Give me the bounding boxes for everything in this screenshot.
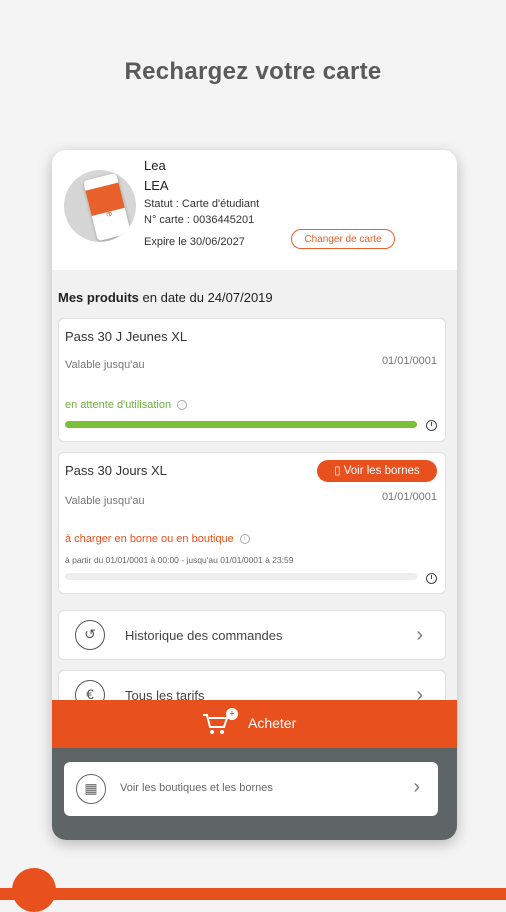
chevron-right-icon: › xyxy=(416,624,423,646)
product-name: Pass 30 Jours XL xyxy=(65,463,167,478)
card-number: N° carte : 0036445201 xyxy=(144,214,255,226)
change-card-button[interactable]: Changer de carte xyxy=(291,229,395,249)
chevron-right-icon: › xyxy=(413,776,420,798)
product-card[interactable]: Pass 30 Jours XL ▯ Voir les bornes Valab… xyxy=(58,452,446,594)
user-lastname: LEA xyxy=(144,178,169,193)
products-section: Mes produits en date du 24/07/2019 Pass … xyxy=(52,270,457,720)
menu-item-order-history[interactable]: ↺ Historique des commandes › xyxy=(58,610,446,660)
info-icon[interactable]: i xyxy=(239,534,250,545)
card-status: Statut : Carte d'étudiant xyxy=(144,198,260,210)
card-avatar: carte xyxy=(64,170,136,242)
product-status: à charger en borne ou en boutique i xyxy=(65,533,250,545)
user-name: Lea xyxy=(144,158,166,173)
info-icon[interactable]: i xyxy=(177,400,188,411)
view-kiosks-button[interactable]: ▯ Voir les bornes xyxy=(317,460,437,482)
phone-screen: carte Lea LEA Statut : Carte d'étudiant … xyxy=(52,150,457,840)
shop-icon: ▦ xyxy=(76,774,106,804)
buy-label: Acheter xyxy=(248,715,297,731)
card-expiry: Expire le 30/06/2027 xyxy=(144,236,245,248)
profile-header: carte Lea LEA Statut : Carte d'étudiant … xyxy=(52,150,457,270)
product-name: Pass 30 J Jeunes XL xyxy=(65,329,188,344)
card-image: carte xyxy=(83,172,131,242)
buy-button[interactable]: + Acheter xyxy=(52,700,457,748)
valid-label: Valable jusqu'au xyxy=(65,495,145,507)
product-status: en attente d'utilisation i xyxy=(65,399,188,411)
bottom-panel: ▦ Voir les boutiques et les bornes › xyxy=(52,748,457,840)
progress-track xyxy=(65,573,417,580)
progress-fill xyxy=(65,421,417,428)
valid-date: 01/01/0001 xyxy=(381,355,437,367)
page-headline: Rechargez votre carte xyxy=(124,58,382,85)
clock-icon xyxy=(426,573,437,584)
validity-range: à partir du 01/01/0001 à 00:00 - jusqu'a… xyxy=(65,555,294,565)
cart-badge: + xyxy=(226,708,238,720)
history-icon: ↺ xyxy=(75,620,105,650)
product-card[interactable]: Pass 30 J Jeunes XL Valable jusqu'au 01/… xyxy=(58,318,446,442)
clock-icon xyxy=(426,420,437,431)
valid-label: Valable jusqu'au xyxy=(65,359,145,371)
valid-date: 01/01/0001 xyxy=(381,491,437,503)
products-title: Mes produits en date du 24/07/2019 xyxy=(58,290,273,305)
decorative-stripe xyxy=(0,888,506,900)
shops-and-kiosks-button[interactable]: ▦ Voir les boutiques et les bornes › xyxy=(64,762,438,816)
